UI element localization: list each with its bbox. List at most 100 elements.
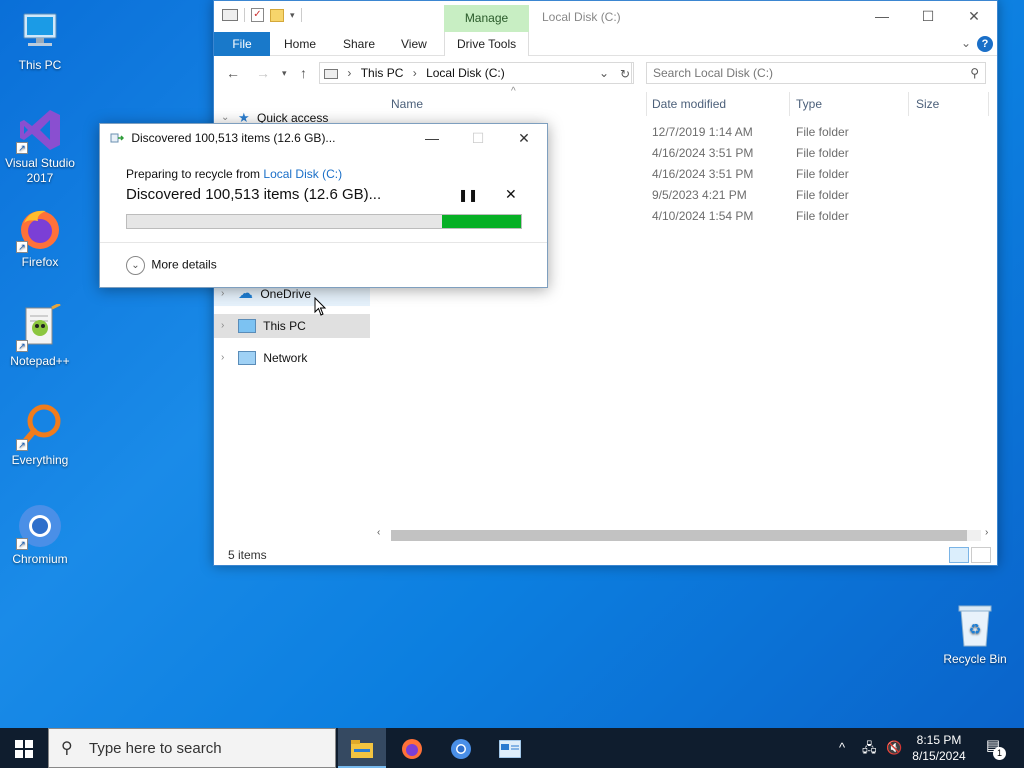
volume-muted-icon[interactable]: 🔇	[886, 728, 902, 768]
desktop-icon-chromium[interactable]: ↗ Chromium	[0, 502, 80, 567]
column-divider[interactable]	[646, 92, 647, 116]
desktop-icon-label: Everything	[11, 453, 69, 467]
search-input[interactable]: Search Local Disk (C:) ⚲	[646, 62, 986, 84]
status-bar: 5 items	[214, 545, 997, 565]
taskbar-file-explorer[interactable]	[338, 728, 386, 768]
type-cell: File folder	[796, 209, 849, 223]
show-hidden-icons-icon[interactable]: ^	[839, 728, 845, 768]
taskbar-chromium[interactable]	[437, 728, 485, 768]
clock[interactable]: 8:15 PM 8/15/2024	[906, 732, 972, 764]
drive-icon	[222, 9, 238, 21]
recycle-progress-icon	[110, 132, 125, 144]
firefox-icon	[402, 738, 422, 759]
dialog-close-button[interactable]: ✕	[501, 124, 547, 152]
breadcrumb-this-pc[interactable]: This PC	[361, 66, 404, 80]
dialog-minimize-button[interactable]: —	[409, 124, 455, 152]
source-location-link[interactable]: Local Disk (C:)	[263, 167, 342, 181]
maximize-button[interactable]: ☐	[905, 1, 951, 32]
firefox-icon: ↗	[16, 205, 64, 253]
tab-manage[interactable]: Manage	[444, 5, 529, 32]
close-button[interactable]: ✕	[951, 1, 997, 32]
desktop-icon-this-pc[interactable]: This PC	[0, 8, 80, 73]
ribbon-expand-icon[interactable]: ⌄	[961, 36, 971, 50]
scroll-right-icon[interactable]: ›	[985, 527, 988, 538]
more-details-button[interactable]: ⌄ More details	[126, 256, 217, 275]
sidebar-item-network[interactable]: › Network	[214, 346, 370, 370]
cancel-operation-icon[interactable]: ✕	[505, 186, 517, 203]
desktop-icon-label: Notepad++	[10, 354, 70, 368]
tab-share[interactable]: Share	[343, 32, 375, 56]
address-bar[interactable]: › This PC › Local Disk (C:) ⌄	[319, 62, 632, 84]
quick-access-toolbar: ✓ ▾	[222, 8, 302, 22]
desktop-icon-visual-studio[interactable]: ↗ Visual Studio 2017	[0, 106, 80, 186]
minimize-button[interactable]: —	[859, 1, 905, 32]
forward-arrow-icon[interactable]: →	[256, 65, 270, 81]
new-folder-icon[interactable]	[270, 8, 284, 22]
column-header-name[interactable]: Name	[391, 92, 423, 116]
chevron-right-icon[interactable]: ›	[221, 314, 224, 338]
sidebar-item-this-pc[interactable]: › This PC	[214, 314, 370, 338]
pause-icon[interactable]: ❚❚	[458, 188, 478, 202]
column-divider[interactable]	[908, 92, 909, 116]
scroll-left-icon[interactable]: ‹	[377, 527, 380, 538]
sidebar-item-label: Network	[263, 351, 308, 365]
more-details-label: More details	[151, 257, 217, 272]
date-cell: 4/10/2024 1:54 PM	[652, 209, 754, 223]
desktop-icon-recycle-bin[interactable]: ♻ Recycle Bin	[935, 602, 1015, 667]
search-placeholder: Type here to search	[89, 740, 222, 757]
desktop-icon-firefox[interactable]: ↗ Firefox	[0, 205, 80, 270]
dialog-subtitle: Preparing to recycle from Local Disk (C:…	[126, 167, 342, 181]
sidebar-item-label: OneDrive	[260, 287, 312, 301]
taskbar-search-input[interactable]: ⚲ Type here to search	[48, 728, 336, 768]
visual-studio-icon: ↗	[16, 106, 64, 154]
tab-view[interactable]: View	[401, 32, 427, 56]
cloud-icon: ☁	[238, 284, 253, 302]
up-arrow-icon[interactable]: ↑	[300, 65, 307, 81]
chevron-down-icon: ⌄	[126, 256, 145, 275]
start-button[interactable]	[0, 728, 48, 768]
computer-icon	[238, 318, 256, 333]
tab-home[interactable]: Home	[284, 32, 316, 56]
chevron-right-icon[interactable]: ›	[221, 346, 224, 370]
drive-icon	[324, 68, 338, 79]
column-header-type[interactable]: Type	[796, 92, 822, 116]
taskbar-firefox[interactable]	[388, 728, 436, 768]
separator	[300, 8, 302, 22]
breadcrumb-local-disk[interactable]: Local Disk (C:)	[426, 66, 505, 80]
horizontal-scrollbar[interactable]: ‹ ›	[377, 527, 997, 543]
column-headers: Name ^ Date modified Type Size	[370, 86, 997, 116]
search-icon[interactable]: ⚲	[970, 63, 979, 83]
clock-time: 8:15 PM	[916, 733, 962, 747]
recent-locations-icon[interactable]: ▾	[282, 68, 287, 79]
qat-dropdown-icon[interactable]: ▾	[290, 10, 295, 21]
properties-icon[interactable]: ✓	[251, 8, 264, 22]
notification-badge: 1	[993, 747, 1006, 760]
help-icon[interactable]: ?	[977, 36, 993, 52]
desktop-icon-notepad-plus-plus[interactable]: ↗ Notepad++	[0, 302, 80, 369]
desktop-icon-everything[interactable]: ↗ Everything	[0, 403, 80, 468]
tab-drive-tools[interactable]: Drive Tools	[444, 32, 530, 56]
column-header-date[interactable]: Date modified	[652, 92, 726, 116]
breadcrumb-separator-icon: ›	[412, 66, 417, 80]
windows-logo-icon	[15, 740, 33, 759]
back-arrow-icon[interactable]: ←	[226, 65, 240, 81]
tab-file[interactable]: File	[214, 32, 270, 56]
large-icons-view-icon[interactable]	[971, 547, 991, 563]
action-center-icon[interactable]: ▤ 1	[980, 736, 1006, 760]
column-divider[interactable]	[988, 92, 989, 116]
refresh-icon[interactable]: ↻	[617, 62, 634, 84]
type-cell: File folder	[796, 188, 849, 202]
column-header-size[interactable]: Size	[916, 92, 939, 116]
computer-icon	[16, 8, 64, 56]
progress-bar	[126, 214, 522, 229]
shortcut-arrow-icon: ↗	[16, 241, 28, 253]
ribbon-tabs: File Home Share View Drive Tools ⌄ ?	[214, 32, 997, 56]
details-view-icon[interactable]	[949, 547, 969, 563]
scrollbar-thumb[interactable]	[391, 530, 967, 541]
network-status-icon[interactable]: 🖧	[862, 728, 877, 768]
search-placeholder: Search Local Disk (C:)	[653, 66, 774, 80]
address-dropdown-icon[interactable]: ⌄	[599, 63, 609, 83]
folder-icon	[351, 739, 373, 758]
taskbar-control-panel[interactable]	[486, 728, 534, 768]
column-divider[interactable]	[789, 92, 790, 116]
